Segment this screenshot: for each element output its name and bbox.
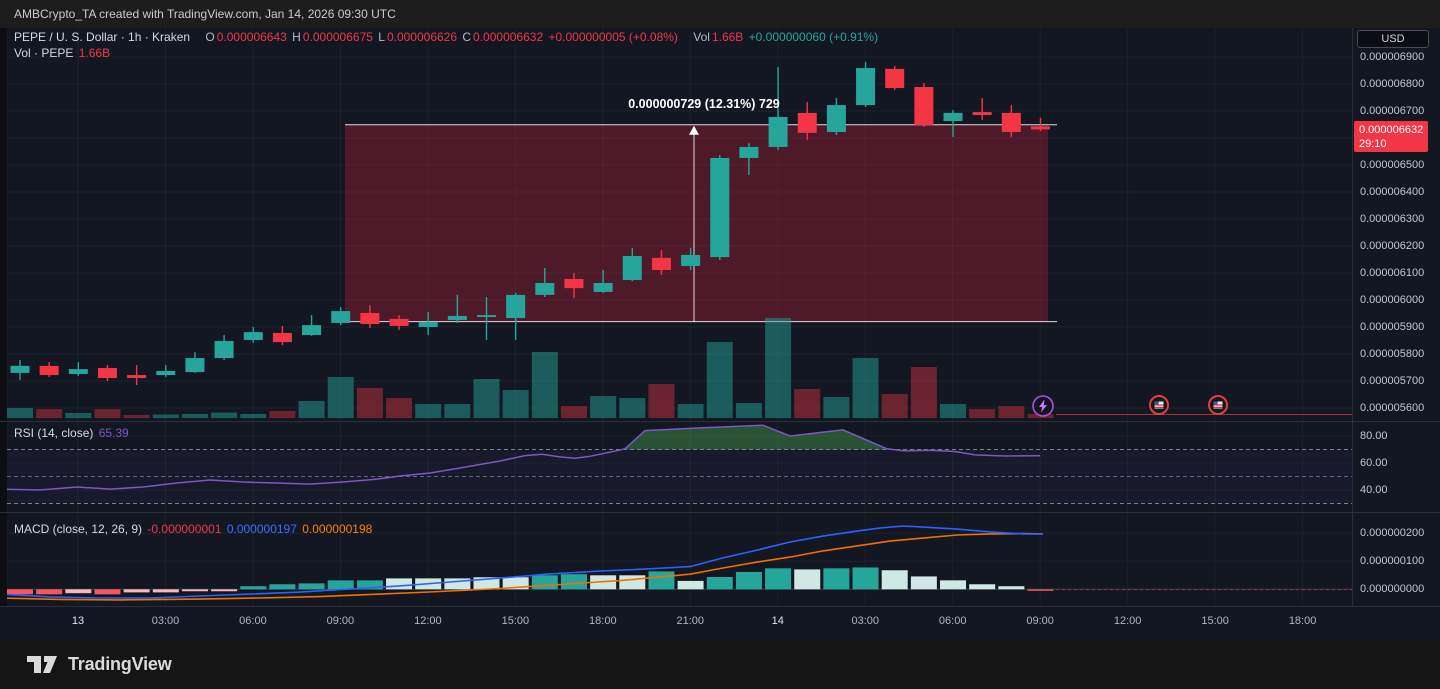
macd-signal-value: 0.000000198 bbox=[302, 522, 372, 536]
footer-bar: TradingView bbox=[0, 640, 1440, 689]
time-label: 21:00 bbox=[677, 615, 705, 627]
chart-canvas[interactable] bbox=[0, 28, 1352, 606]
time-label: 09:00 bbox=[1026, 615, 1054, 627]
left-edge-strip bbox=[0, 28, 7, 640]
time-label: 18:00 bbox=[589, 615, 617, 627]
open-value: 0.000006643 bbox=[217, 30, 287, 44]
symbol-title[interactable]: PEPE / U. S. Dollar · 1h · Kraken bbox=[14, 30, 190, 44]
tradingview-logo[interactable]: TradingView bbox=[27, 654, 172, 676]
pane-divider[interactable] bbox=[0, 512, 1440, 513]
time-label: 15:00 bbox=[502, 615, 530, 627]
change-value: +0.000000005 (+0.08%) bbox=[548, 30, 677, 44]
time-label: 06:00 bbox=[239, 615, 267, 627]
price-label: 0.000006500 bbox=[1360, 159, 1424, 171]
high-label: H bbox=[292, 30, 301, 44]
rsi-axis-label: 60.00 bbox=[1360, 457, 1388, 469]
price-label: 0.000005800 bbox=[1360, 348, 1424, 360]
us-flag-event-icon[interactable] bbox=[1207, 394, 1229, 421]
volume-indicator-label[interactable]: Vol · PEPE bbox=[14, 46, 73, 60]
time-label: 18:00 bbox=[1289, 615, 1317, 627]
macd-legend[interactable]: MACD (close, 12, 26, 9) -0.000000001 0.0… bbox=[14, 522, 374, 536]
time-label: 13 bbox=[72, 615, 84, 627]
time-label: 12:00 bbox=[414, 615, 442, 627]
close-label: C bbox=[462, 30, 471, 44]
price-label: 0.000005600 bbox=[1360, 402, 1424, 414]
time-label: 09:00 bbox=[327, 615, 355, 627]
time-label: 14 bbox=[772, 615, 784, 627]
macd-axis-label: 0.000000100 bbox=[1360, 555, 1424, 567]
price-label: 0.000006900 bbox=[1360, 51, 1424, 63]
us-flag-event-icon[interactable] bbox=[1148, 394, 1170, 421]
high-value: 0.000006675 bbox=[303, 30, 373, 44]
rsi-title[interactable]: RSI (14, close) bbox=[14, 426, 93, 440]
rsi-axis-label: 40.00 bbox=[1360, 484, 1388, 496]
macd-title[interactable]: MACD (close, 12, 26, 9) bbox=[14, 522, 142, 536]
time-label: 12:00 bbox=[1114, 615, 1142, 627]
close-value: 0.000006632 bbox=[473, 30, 543, 44]
time-label: 03:00 bbox=[152, 615, 180, 627]
price-label: 0.000006400 bbox=[1360, 186, 1424, 198]
macd-axis-label: 0.000000000 bbox=[1360, 583, 1424, 595]
last-price-tag: 0.000006632 29:10 bbox=[1354, 121, 1428, 152]
low-label: L bbox=[378, 30, 385, 44]
header-title: AMBCrypto_TA created with TradingView.co… bbox=[14, 7, 396, 21]
open-label: O bbox=[205, 30, 214, 44]
tradingview-mark-icon bbox=[27, 654, 59, 676]
price-label: 0.000005700 bbox=[1360, 375, 1424, 387]
vol-change-value: +0.000000060 (+0.91%) bbox=[749, 30, 878, 44]
header-bar: AMBCrypto_TA created with TradingView.co… bbox=[0, 0, 1440, 28]
flash-icon[interactable] bbox=[1031, 394, 1055, 423]
price-label: 0.000006700 bbox=[1360, 105, 1424, 117]
pane-divider[interactable] bbox=[0, 421, 1440, 422]
price-label: 0.000006800 bbox=[1360, 78, 1424, 90]
macd-axis-label: 0.000000200 bbox=[1360, 527, 1424, 539]
vol-label: Vol bbox=[693, 30, 710, 44]
legend-row-2[interactable]: Vol · PEPE 1.66B bbox=[14, 46, 112, 60]
rsi-axis-label: 80.00 bbox=[1360, 430, 1388, 442]
tradingview-chart-page: AMBCrypto_TA created with TradingView.co… bbox=[0, 0, 1440, 689]
rsi-value: 65.39 bbox=[99, 426, 129, 440]
last-price-value: 0.000006632 bbox=[1359, 123, 1428, 137]
time-label: 03:00 bbox=[851, 615, 879, 627]
macd-line-value: 0.000000197 bbox=[227, 522, 297, 536]
price-label: 0.000006200 bbox=[1360, 240, 1424, 252]
measure-label: 0.000000729 (12.31%) 729 bbox=[534, 97, 874, 111]
time-label: 06:00 bbox=[939, 615, 967, 627]
tradingview-logo-text: TradingView bbox=[68, 654, 172, 675]
low-value: 0.000006626 bbox=[387, 30, 457, 44]
price-axis[interactable]: USD 0.000006900 0.000006800 0.000006700 0.0… bbox=[1352, 28, 1440, 606]
volume-indicator-value: 1.66B bbox=[79, 46, 110, 60]
rsi-legend[interactable]: RSI (14, close) 65.39 bbox=[14, 426, 131, 440]
price-label: 0.000006100 bbox=[1360, 267, 1424, 279]
time-axis[interactable]: 13 03:00 06:00 09:00 12:00 15:00 18:00 21:00 14 0… bbox=[0, 606, 1440, 640]
usd-button[interactable]: USD bbox=[1357, 30, 1429, 48]
price-label: 0.000005900 bbox=[1360, 321, 1424, 333]
time-label: 15:00 bbox=[1201, 615, 1229, 627]
macd-hist-value: -0.000000001 bbox=[147, 522, 221, 536]
price-label: 0.000006000 bbox=[1360, 294, 1424, 306]
legend-row-1[interactable]: PEPE / U. S. Dollar · 1h · Kraken O0.000… bbox=[14, 30, 880, 44]
price-label: 0.000006300 bbox=[1360, 213, 1424, 225]
vol-value: 1.66B bbox=[712, 30, 743, 44]
bar-countdown: 29:10 bbox=[1359, 137, 1428, 151]
